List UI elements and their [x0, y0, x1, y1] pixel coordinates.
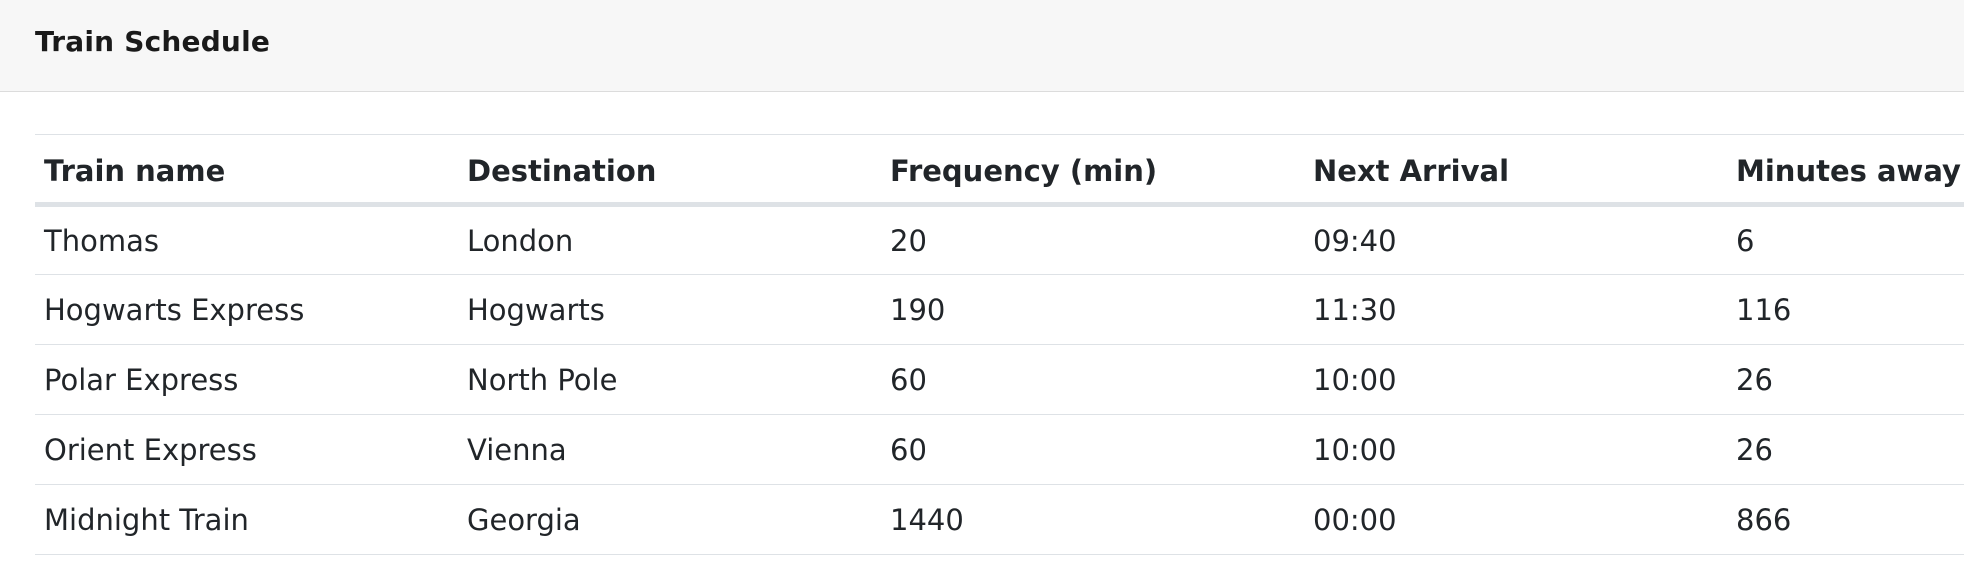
table-row: Thomas London 20 09:40 6	[35, 204, 1964, 275]
column-header-next-arrival: Next Arrival	[1304, 134, 1727, 207]
cell-minutes-away: 26	[1727, 344, 1964, 415]
column-header-train-name: Train name	[35, 134, 458, 207]
cell-destination: Georgia	[458, 484, 881, 555]
cell-frequency: 60	[881, 344, 1304, 415]
cell-train-name: Orient Express	[35, 414, 458, 485]
cell-train-name: Thomas	[35, 204, 458, 275]
page-title: Train Schedule	[35, 25, 271, 58]
card-header: Train Schedule	[0, 0, 1964, 92]
cell-next-arrival: 10:00	[1304, 414, 1727, 485]
cell-train-name: Polar Express	[35, 344, 458, 415]
cell-train-name: Hogwarts Express	[35, 274, 458, 345]
cell-train-name: Midnight Train	[35, 484, 458, 555]
cell-destination: London	[458, 204, 881, 275]
column-header-minutes-away: Minutes away	[1727, 134, 1964, 207]
cell-minutes-away: 116	[1727, 274, 1964, 345]
cell-minutes-away: 6	[1727, 204, 1964, 275]
table-row: Orient Express Vienna 60 10:00 26	[35, 414, 1964, 485]
cell-minutes-away: 26	[1727, 414, 1964, 485]
cell-frequency: 20	[881, 204, 1304, 275]
table-row: Polar Express North Pole 60 10:00 26	[35, 344, 1964, 415]
cell-next-arrival: 10:00	[1304, 344, 1727, 415]
column-header-frequency: Frequency (min)	[881, 134, 1304, 207]
cell-next-arrival: 11:30	[1304, 274, 1727, 345]
cell-frequency: 60	[881, 414, 1304, 485]
cell-minutes-away: 866	[1727, 484, 1964, 555]
cell-frequency: 190	[881, 274, 1304, 345]
cell-destination: Vienna	[458, 414, 881, 485]
column-header-destination: Destination	[458, 134, 881, 207]
cell-next-arrival: 09:40	[1304, 204, 1727, 275]
cell-destination: North Pole	[458, 344, 881, 415]
cell-next-arrival: 00:00	[1304, 484, 1727, 555]
table-header-row: Train name Destination Frequency (min) N…	[35, 134, 1964, 207]
cell-destination: Hogwarts	[458, 274, 881, 345]
table-body: Thomas London 20 09:40 6 Hogwarts Expres…	[35, 204, 1964, 555]
table-row: Hogwarts Express Hogwarts 190 11:30 116	[35, 274, 1964, 345]
train-schedule-table: Train name Destination Frequency (min) N…	[35, 134, 1964, 555]
table-header: Train name Destination Frequency (min) N…	[35, 134, 1964, 207]
cell-frequency: 1440	[881, 484, 1304, 555]
table-row: Midnight Train Georgia 1440 00:00 866	[35, 484, 1964, 555]
